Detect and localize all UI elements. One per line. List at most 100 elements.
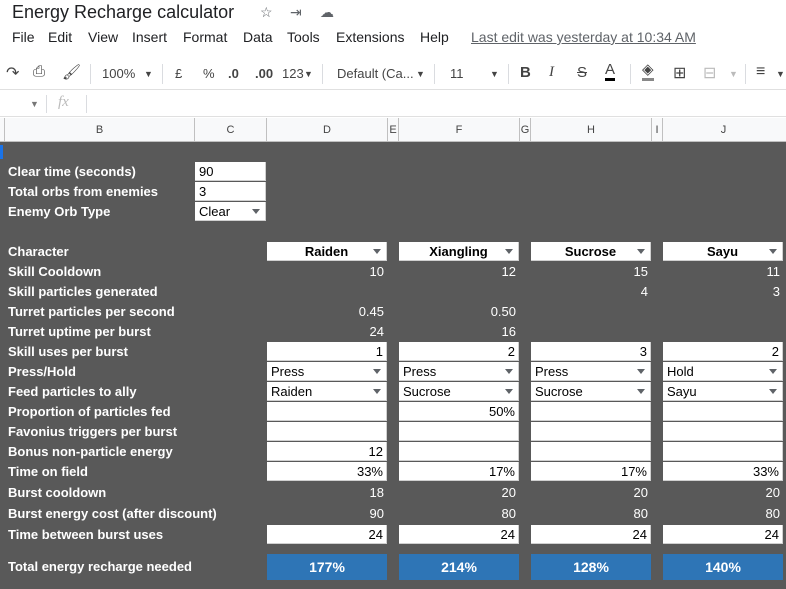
column-header-c[interactable]: C xyxy=(195,118,267,142)
time-on-field-input[interactable]: 17% xyxy=(399,462,519,481)
feed-select[interactable]: Raiden xyxy=(267,382,387,401)
column-header-e[interactable]: E xyxy=(388,118,399,142)
percent-button[interactable]: % xyxy=(203,66,215,81)
formula-input[interactable] xyxy=(90,93,780,115)
zoom-select[interactable]: 100% xyxy=(102,66,135,81)
chevron-down-icon[interactable] xyxy=(769,389,777,394)
menu-data[interactable]: Data xyxy=(243,29,273,45)
chevron-down-icon[interactable]: ▼ xyxy=(304,69,313,79)
menu-edit[interactable]: Edit xyxy=(48,29,72,45)
chevron-down-icon[interactable] xyxy=(252,209,260,214)
character-select-sucrose[interactable]: Sucrose xyxy=(531,242,651,261)
chevron-down-icon[interactable]: ▼ xyxy=(729,69,738,79)
feed-select[interactable]: Sucrose xyxy=(399,382,519,401)
currency-button[interactable]: £ xyxy=(175,66,182,81)
chevron-down-icon[interactable] xyxy=(505,249,513,254)
character-select-raiden[interactable]: Raiden xyxy=(267,242,387,261)
last-edit-link[interactable]: Last edit was yesterday at 10:34 AM xyxy=(471,29,696,45)
borders-icon[interactable]: ⊞ xyxy=(673,63,686,83)
bonus-input[interactable] xyxy=(399,442,519,461)
time-on-field-input[interactable]: 17% xyxy=(531,462,651,481)
merge-cells-icon[interactable]: ⊟ xyxy=(703,63,716,83)
cloud-status-icon[interactable]: ☁ xyxy=(320,4,334,21)
bonus-input[interactable]: 12 xyxy=(267,442,387,461)
bonus-input[interactable] xyxy=(531,442,651,461)
chevron-down-icon[interactable] xyxy=(769,249,777,254)
skill-uses-input[interactable]: 1 xyxy=(267,342,387,361)
column-header-b[interactable]: B xyxy=(5,118,195,142)
proportion-input[interactable] xyxy=(531,402,651,421)
press-hold-select[interactable]: Press xyxy=(267,362,387,381)
paint-format-icon[interactable]: 🖌 xyxy=(62,63,81,81)
skill-uses-input[interactable]: 2 xyxy=(663,342,783,361)
press-hold-select[interactable]: Press xyxy=(399,362,519,381)
character-select-sayu[interactable]: Sayu xyxy=(663,242,783,261)
feed-select[interactable]: Sucrose xyxy=(531,382,651,401)
orbs-input[interactable]: 3 xyxy=(195,182,266,201)
favonius-input[interactable] xyxy=(399,422,519,441)
bonus-input[interactable] xyxy=(663,442,783,461)
favonius-input[interactable] xyxy=(531,422,651,441)
chevron-down-icon[interactable]: ▼ xyxy=(416,69,425,79)
font-size-select[interactable]: 11 xyxy=(450,66,464,81)
time-between-input[interactable]: 24 xyxy=(531,525,651,544)
column-header-f[interactable]: F xyxy=(399,118,520,142)
proportion-input[interactable] xyxy=(663,402,783,421)
menu-help[interactable]: Help xyxy=(420,29,449,45)
chevron-down-icon[interactable] xyxy=(637,389,645,394)
decrease-decimal-button[interactable]: .0 xyxy=(228,66,239,81)
chevron-down-icon[interactable] xyxy=(769,369,777,374)
time-on-field-input[interactable]: 33% xyxy=(663,462,783,481)
text-color-button[interactable]: A xyxy=(605,62,616,81)
menu-insert[interactable]: Insert xyxy=(132,29,167,45)
skill-uses-input[interactable]: 3 xyxy=(531,342,651,361)
orb-type-select[interactable]: Clear xyxy=(195,202,266,221)
feed-select[interactable]: Sayu xyxy=(663,382,783,401)
chevron-down-icon[interactable]: ▼ xyxy=(776,69,785,79)
column-header-d[interactable]: D xyxy=(267,118,388,142)
print-icon[interactable]: ⎙ xyxy=(33,63,45,80)
redo-icon[interactable]: ↷ xyxy=(6,63,19,83)
menu-format[interactable]: Format xyxy=(183,29,227,45)
menu-tools[interactable]: Tools xyxy=(287,29,320,45)
favonius-input[interactable] xyxy=(663,422,783,441)
column-header-i[interactable]: I xyxy=(652,118,663,142)
chevron-down-icon[interactable] xyxy=(637,369,645,374)
time-on-field-input[interactable]: 33% xyxy=(267,462,387,481)
chevron-down-icon[interactable]: ▼ xyxy=(490,69,499,79)
press-hold-select[interactable]: Press xyxy=(531,362,651,381)
chevron-down-icon[interactable] xyxy=(505,389,513,394)
document-title[interactable]: Energy Recharge calculator xyxy=(12,2,234,23)
clear-time-input[interactable]: 90 xyxy=(195,162,266,181)
time-between-input[interactable]: 24 xyxy=(663,525,783,544)
fill-color-icon[interactable]: ◈ xyxy=(642,62,654,81)
press-hold-select[interactable]: Hold xyxy=(663,362,783,381)
align-left-icon[interactable]: ≡ xyxy=(756,63,765,81)
menu-extensions[interactable]: Extensions xyxy=(336,29,404,45)
character-select-xiangling[interactable]: Xiangling xyxy=(399,242,519,261)
time-between-input[interactable]: 24 xyxy=(267,525,387,544)
increase-decimal-button[interactable]: .00 xyxy=(255,66,273,81)
favonius-input[interactable] xyxy=(267,422,387,441)
proportion-input[interactable] xyxy=(267,402,387,421)
strikethrough-button[interactable]: S xyxy=(577,64,587,81)
skill-uses-input[interactable]: 2 xyxy=(399,342,519,361)
column-header-g[interactable]: G xyxy=(520,118,531,142)
bold-button[interactable]: B xyxy=(520,64,531,81)
chevron-down-icon[interactable] xyxy=(637,249,645,254)
chevron-down-icon[interactable]: ▼ xyxy=(30,99,39,109)
proportion-input[interactable]: 50% xyxy=(399,402,519,421)
menu-view[interactable]: View xyxy=(88,29,118,45)
chevron-down-icon[interactable] xyxy=(373,389,381,394)
move-folder-icon[interactable]: ⇥ xyxy=(290,4,302,21)
time-between-input[interactable]: 24 xyxy=(399,525,519,544)
chevron-down-icon[interactable]: ▼ xyxy=(144,69,153,79)
chevron-down-icon[interactable] xyxy=(373,249,381,254)
italic-button[interactable]: I xyxy=(549,64,554,81)
column-header-h[interactable]: H xyxy=(531,118,652,142)
chevron-down-icon[interactable] xyxy=(505,369,513,374)
menu-file[interactable]: File xyxy=(12,29,35,45)
star-icon[interactable]: ☆ xyxy=(260,4,273,21)
font-select[interactable]: Default (Ca... xyxy=(337,66,414,81)
more-formats-button[interactable]: 123 xyxy=(282,66,304,81)
